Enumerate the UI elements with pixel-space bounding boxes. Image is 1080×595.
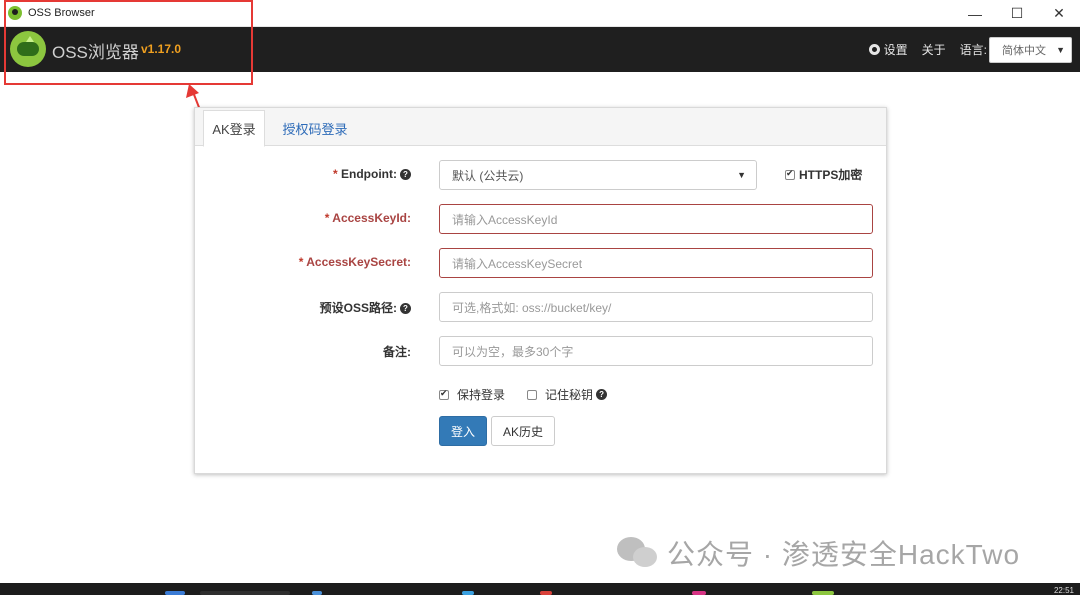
settings-label: 设置 — [883, 43, 908, 57]
settings-link[interactable]: 设置 — [868, 41, 908, 58]
access-key-secret-placeholder: 请输入AccessKeySecret — [452, 256, 583, 271]
access-key-secret-input[interactable]: 请输入AccessKeySecret — [439, 248, 873, 278]
maximize-button[interactable]: ☐ — [996, 0, 1038, 27]
checkbox-icon — [785, 168, 795, 180]
about-label: 关于 — [921, 43, 946, 57]
tab-ak-login[interactable]: AK登录 — [203, 110, 265, 147]
language-value: 简体中文 — [1002, 44, 1046, 57]
preset-path-label: 预设OSS路径:? — [320, 299, 411, 316]
watermark-text: 公众号 · 渗透安全HackTwo — [667, 539, 1021, 570]
minimize-button[interactable]: — — [954, 0, 996, 27]
remember-secret-checkbox[interactable]: 记住秘钥 ? — [527, 386, 608, 403]
login-button[interactable]: 登入 — [439, 416, 487, 446]
help-icon[interactable]: ? — [400, 303, 411, 314]
required-star: * — [333, 167, 342, 181]
header-nav: 设置 关于 语言: 简体中文 ▼ — [868, 27, 1080, 72]
checkbox-icon — [527, 389, 538, 400]
taskbar-app-icon[interactable] — [312, 591, 322, 595]
note-input[interactable]: 可以为空，最多30个字 — [439, 336, 873, 366]
login-panel: AK登录 授权码登录 * Endpoint:? 默认 (公共云) ▼ HTTPS… — [194, 107, 887, 474]
taskbar-app-icon[interactable] — [540, 591, 552, 595]
gear-icon — [868, 44, 880, 55]
taskbar-clock: 22:51 — [1053, 586, 1074, 595]
remember-secret-label: 记住秘钥 — [545, 388, 594, 402]
preset-path-placeholder: 可选,格式如: oss://bucket/key/ — [452, 300, 612, 315]
chevron-down-icon: ▼ — [737, 170, 746, 180]
taskbar-app-icon[interactable] — [692, 591, 706, 595]
https-label: HTTPS加密 — [799, 168, 863, 182]
login-tabs: AK登录 授权码登录 — [195, 108, 886, 147]
access-key-id-label: * AccessKeyId: — [324, 211, 411, 225]
help-icon[interactable]: ? — [596, 389, 608, 400]
tab-authcode-login[interactable]: 授权码登录 — [275, 110, 355, 147]
https-checkbox[interactable]: HTTPS加密 — [785, 166, 862, 183]
chevron-down-icon: ▼ — [1056, 44, 1065, 55]
taskbar-oss-icon[interactable] — [812, 591, 834, 595]
keep-login-label: 保持登录 — [457, 388, 506, 402]
taskbar: 22:51 — [0, 583, 1080, 595]
taskbar-search[interactable] — [200, 591, 290, 595]
access-key-id-placeholder: 请输入AccessKeyId — [452, 212, 558, 227]
login-options: 保持登录 记住秘钥 ? — [439, 386, 629, 403]
access-key-secret-label: * AccessKeySecret: — [298, 255, 411, 269]
language-label: 语言: — [959, 43, 987, 57]
taskbar-app-icon[interactable] — [462, 591, 474, 595]
endpoint-label: * Endpoint:? — [333, 167, 411, 181]
language-select[interactable]: 简体中文 ▼ — [989, 36, 1072, 63]
window-controls: — ☐ ✕ — [954, 0, 1080, 27]
wechat-icon — [617, 537, 659, 569]
checkbox-icon — [439, 388, 449, 400]
access-key-id-input[interactable]: 请输入AccessKeyId — [439, 204, 873, 234]
start-icon[interactable] — [165, 591, 185, 595]
about-link[interactable]: 关于 — [922, 41, 946, 58]
note-label: 备注: — [383, 345, 411, 359]
endpoint-select[interactable]: 默认 (公共云) ▼ — [439, 160, 757, 190]
endpoint-value: 默认 (公共云) — [452, 168, 524, 183]
help-icon[interactable]: ? — [400, 169, 411, 180]
watermark: 公众号 · 渗透安全HackTwo — [617, 533, 1020, 573]
ak-history-button[interactable]: AK历史 — [491, 416, 555, 446]
preset-path-input[interactable]: 可选,格式如: oss://bucket/key/ — [439, 292, 873, 322]
close-button[interactable]: ✕ — [1038, 0, 1080, 27]
note-placeholder: 可以为空，最多30个字 — [452, 344, 574, 359]
keep-login-checkbox[interactable]: 保持登录 — [439, 386, 505, 403]
